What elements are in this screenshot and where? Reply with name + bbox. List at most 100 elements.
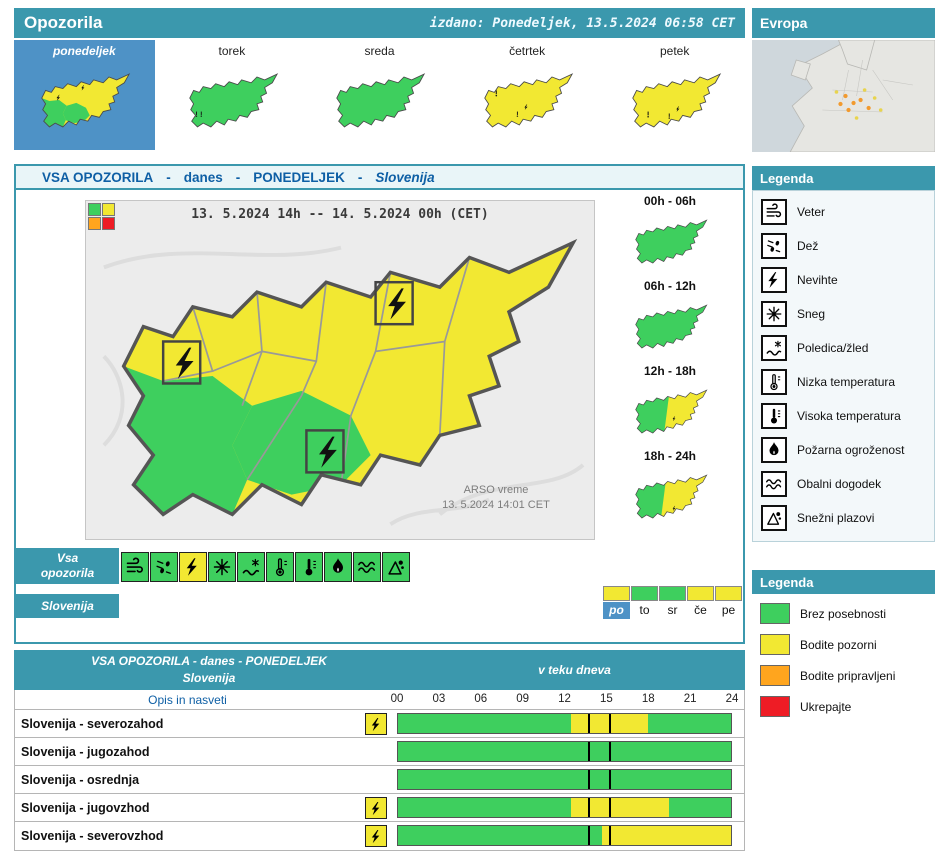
day-tab-label: petek (660, 40, 689, 59)
level-swatch (760, 696, 790, 717)
legend-types-header: Legenda (752, 166, 935, 190)
day-label-to[interactable]: to (631, 602, 658, 619)
map-color-key-swatch (102, 203, 115, 216)
day-square-to[interactable] (631, 586, 658, 601)
slovenia-thumb-map (331, 59, 427, 143)
day-square-če[interactable] (687, 586, 714, 601)
day-label-sr[interactable]: sr (659, 602, 686, 619)
slovenija-label: Slovenija (16, 594, 119, 618)
nevihte-icon (761, 267, 787, 293)
time-marker (588, 770, 590, 789)
day-tab-četrtek[interactable]: četrtek (457, 40, 598, 150)
region-label: Slovenija - severozahod (21, 717, 163, 731)
main-warning-map: 13. 5.2024 14h -- 14. 5.2024 00h (CET) A… (85, 200, 595, 540)
table-header-right: v teku dneva (404, 650, 745, 690)
legend-item-poledica: Poledica/žled (761, 331, 934, 365)
map-color-key-swatch (88, 217, 101, 230)
separator: - (358, 170, 363, 185)
veter-icon (761, 199, 787, 225)
all-warnings-label: Vsa opozorila (16, 548, 119, 584)
day-overview: potosrčepe (603, 586, 742, 619)
legend-item-pozarna: Požarna ogroženost (761, 433, 934, 467)
day-square-po[interactable] (603, 586, 630, 601)
warnings-table: VSA OPOZORILA - danes - PONEDELJEK Slove… (14, 650, 745, 851)
warning-segment (398, 770, 731, 789)
watermark-time: 13. 5.2024 14:01 CET (416, 498, 576, 513)
time-marker (609, 742, 611, 761)
warning-segment (398, 742, 731, 761)
region-label: Slovenija - osrednja (21, 773, 139, 787)
sneg-icon[interactable] (208, 552, 236, 582)
day-square-pe[interactable] (715, 586, 742, 601)
day-tab-sreda[interactable]: sreda (309, 40, 450, 150)
pozarna-icon[interactable] (324, 552, 352, 582)
obalni-icon (761, 471, 787, 497)
day-tab-label: četrtek (509, 40, 545, 59)
nizka-icon[interactable] (266, 552, 294, 582)
legend-item-visoka: Visoka temperatura (761, 399, 934, 433)
obalni-icon[interactable] (353, 552, 381, 582)
table-rows: Slovenija - severozahod Slovenija - jugoz… (15, 710, 744, 850)
region-label: Slovenija - severovzhod (21, 829, 163, 843)
warning-segment (398, 714, 571, 733)
time-map-label: 06h - 12h (644, 279, 696, 295)
issued-timestamp: izdano: Ponedeljek, 13.5.2024 06:58 CET (430, 16, 745, 31)
hour-label: 18 (636, 693, 660, 705)
page-title: Opozorila (14, 13, 102, 33)
time-map-label: 18h - 24h (644, 449, 696, 465)
time-map-label: 12h - 18h (644, 364, 696, 380)
visoka-icon[interactable] (295, 552, 323, 582)
time-map: 00h - 06h (600, 194, 740, 279)
hourly-warning-bar (397, 825, 732, 846)
day-label-pe[interactable]: pe (715, 602, 742, 619)
hourly-warning-bar (397, 797, 732, 818)
slovenia-time-map (631, 465, 709, 529)
time-interval-maps: 00h - 06h06h - 12h 12h - 18h 18h - 24h (600, 194, 740, 540)
legend-label: Visoka temperatura (797, 409, 901, 423)
warning-segment (571, 798, 668, 817)
legend-title: Legenda (752, 575, 813, 590)
time-marker (609, 714, 611, 733)
level-label: Brez posebnosti (800, 607, 886, 621)
region-label: Slovenija - jugovzhod (21, 801, 149, 815)
hour-label: 06 (469, 693, 493, 705)
warning-segment (602, 826, 731, 845)
day-tab-petek[interactable]: petek (604, 40, 745, 150)
legend-item-nevihte: Nevihte (761, 263, 934, 297)
time-marker (609, 770, 611, 789)
level-label: Bodite pripravljeni (800, 669, 895, 683)
plazovi-icon (761, 505, 787, 531)
section-header-part: VSA OPOZORILA (42, 170, 153, 185)
warning-segment (669, 798, 731, 817)
legend-item-plazovi: Snežni plazovi (761, 501, 934, 535)
plazovi-icon[interactable] (382, 552, 410, 582)
level-swatch (760, 634, 790, 655)
warnings-page: Opozorila izdano: Ponedeljek, 13.5.2024 … (0, 0, 940, 861)
dez-icon[interactable] (150, 552, 178, 582)
hour-label: 21 (678, 693, 702, 705)
nevihte-icon[interactable] (179, 552, 207, 582)
level-swatch (760, 665, 790, 686)
time-marker (588, 742, 590, 761)
day-label-po[interactable]: po (603, 602, 630, 619)
region-label: Slovenija - jugozahod (21, 745, 149, 759)
day-label-če[interactable]: če (687, 602, 714, 619)
europe-label: Evropa (752, 15, 807, 31)
veter-icon[interactable] (121, 552, 149, 582)
level-item: Bodite pozorni (760, 629, 935, 660)
legend-label: Nizka temperatura (797, 375, 895, 389)
legend-label: Veter (797, 205, 825, 219)
legend-label: Nevihte (797, 273, 838, 287)
slovenia-thumb-map (36, 59, 132, 143)
day-square-sr[interactable] (659, 586, 686, 601)
time-marker (609, 826, 611, 845)
section-header-region: Slovenija (375, 170, 434, 185)
europe-map-thumbnail[interactable] (752, 40, 935, 152)
day-tab-ponedeljek[interactable]: ponedeljek (14, 40, 155, 150)
poledica-icon[interactable] (237, 552, 265, 582)
warning-row: Slovenija - jugovzhod (15, 794, 744, 822)
legend-level-list: Brez posebnosti Bodite pozorni Bodite prip… (752, 594, 935, 722)
warning-type-icons (121, 550, 411, 584)
day-tab-torek[interactable]: torek (162, 40, 303, 150)
nizka-icon (761, 369, 787, 395)
